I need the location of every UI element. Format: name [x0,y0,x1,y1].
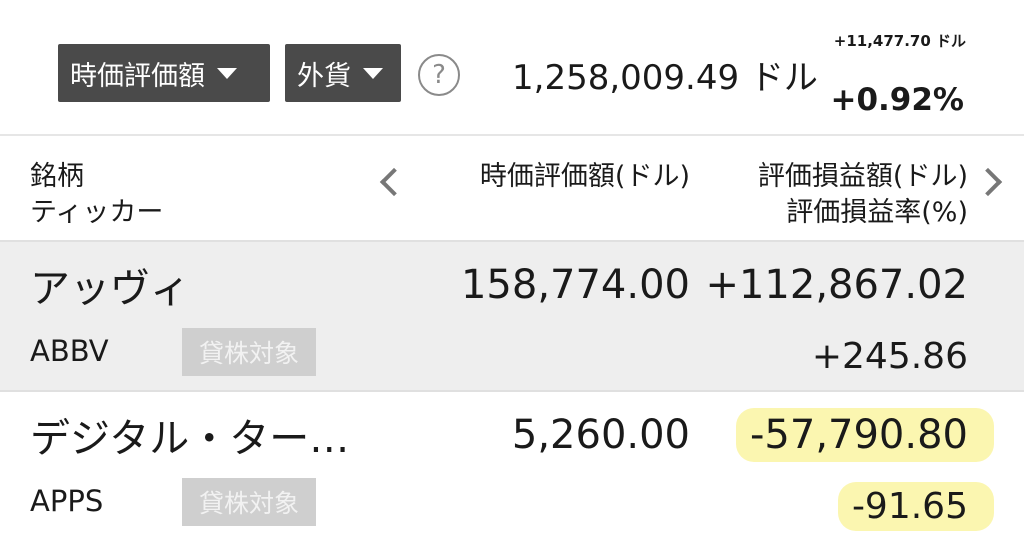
help-glyph: ? [432,60,446,90]
change-amount: +11,477.70 ドル [833,32,966,50]
view-dropdown[interactable]: 時価評価額 [58,44,270,102]
holding-pl-amount: +112,867.02 [705,262,968,308]
caret-down-icon [217,67,237,79]
column-pl-rate-label: 評価損益率(%) [786,197,968,228]
caret-down-icon [363,67,383,79]
holding-market-value: 158,774.00 [460,262,690,308]
holding-ticker: ABBV [30,334,109,368]
holding-pl-amount: -57,790.80 [735,408,994,462]
change-percent: +0.92% [830,82,964,118]
view-dropdown-label: 時価評価額 [70,60,205,92]
column-header: 銘柄 ティッカー 時価評価額(ドル) 評価損益額(ドル) 評価損益率(%) [0,136,1024,240]
currency-dropdown-label: 外貨 [297,60,351,92]
total-value: 1,258,009.49 ドル [512,58,818,98]
portfolio-header: 時価評価額 外貨 ? 1,258,009.49 ドル +11,477.70 ドル… [0,0,1024,136]
holding-pl-rate: -91.65 [837,482,994,531]
column-pl-amount-label: 評価損益額(ドル) [757,161,968,192]
holding-pl-amount-highlight: -57,790.80 [735,408,994,462]
lending-badge: 貸株対象 [182,328,316,376]
help-icon[interactable]: ? [418,54,460,96]
holding-row[interactable]: アッヴィ ABBV 貸株対象 158,774.00 +112,867.02 +2… [0,240,1024,390]
holding-row[interactable]: デジタル・ター… APPS 貸株対象 5,260.00 -57,790.80 -… [0,390,1024,543]
holding-pl-rate: +245.86 [811,336,968,377]
lending-badge: 貸株対象 [182,478,316,526]
column-name-label: 銘柄 [30,161,84,192]
column-ticker-label: ティッカー [30,197,164,228]
chevron-left-icon[interactable] [379,167,409,197]
holding-name: デジタル・ター… [30,416,350,462]
holding-ticker: APPS [30,484,104,518]
holding-name: アッヴィ [30,266,190,312]
currency-dropdown[interactable]: 外貨 [285,44,401,102]
holding-pl-rate-highlight: -91.65 [837,482,994,531]
holding-market-value: 5,260.00 [511,412,690,458]
column-market-value-label: 時価評価額(ドル) [479,161,690,192]
chevron-right-icon[interactable] [973,167,1003,197]
